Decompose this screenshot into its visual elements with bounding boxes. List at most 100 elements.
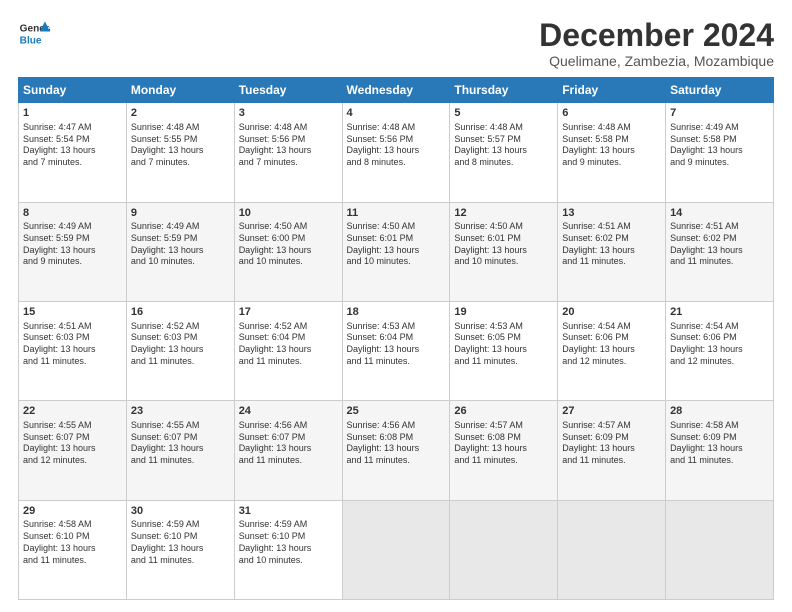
col-wednesday: Wednesday	[342, 78, 450, 103]
table-row: 29 Sunrise: 4:58 AM Sunset: 6:10 PM Dayl…	[19, 500, 127, 599]
table-row: 22 Sunrise: 4:55 AM Sunset: 6:07 PM Dayl…	[19, 401, 127, 500]
col-thursday: Thursday	[450, 78, 558, 103]
calendar-week-row: 15 Sunrise: 4:51 AM Sunset: 6:03 PM Dayl…	[19, 301, 774, 400]
table-row: 10 Sunrise: 4:50 AM Sunset: 6:00 PM Dayl…	[234, 202, 342, 301]
calendar-week-row: 22 Sunrise: 4:55 AM Sunset: 6:07 PM Dayl…	[19, 401, 774, 500]
day-number: 20	[562, 305, 661, 320]
day-number: 28	[670, 404, 769, 419]
day-number: 11	[347, 206, 446, 221]
cell-content: Sunrise: 4:57 AM Sunset: 6:09 PM Dayligh…	[562, 420, 661, 467]
main-title: December 2024	[539, 18, 774, 53]
day-number: 3	[239, 106, 338, 121]
col-saturday: Saturday	[666, 78, 774, 103]
cell-content: Sunrise: 4:55 AM Sunset: 6:07 PM Dayligh…	[131, 420, 230, 467]
subtitle: Quelimane, Zambezia, Mozambique	[539, 53, 774, 69]
cell-content: Sunrise: 4:50 AM Sunset: 6:01 PM Dayligh…	[454, 221, 553, 268]
day-number: 8	[23, 206, 122, 221]
calendar-table: Sunday Monday Tuesday Wednesday Thursday…	[18, 77, 774, 600]
day-number: 13	[562, 206, 661, 221]
table-row: 3 Sunrise: 4:48 AM Sunset: 5:56 PM Dayli…	[234, 103, 342, 202]
table-row: 11 Sunrise: 4:50 AM Sunset: 6:01 PM Dayl…	[342, 202, 450, 301]
cell-content: Sunrise: 4:48 AM Sunset: 5:57 PM Dayligh…	[454, 122, 553, 169]
day-number: 18	[347, 305, 446, 320]
table-row: 8 Sunrise: 4:49 AM Sunset: 5:59 PM Dayli…	[19, 202, 127, 301]
cell-content: Sunrise: 4:48 AM Sunset: 5:55 PM Dayligh…	[131, 122, 230, 169]
day-number: 12	[454, 206, 553, 221]
day-number: 16	[131, 305, 230, 320]
table-row: 4 Sunrise: 4:48 AM Sunset: 5:56 PM Dayli…	[342, 103, 450, 202]
cell-content: Sunrise: 4:49 AM Sunset: 5:59 PM Dayligh…	[23, 221, 122, 268]
page: General Blue December 2024 Quelimane, Za…	[0, 0, 792, 612]
table-row: 31 Sunrise: 4:59 AM Sunset: 6:10 PM Dayl…	[234, 500, 342, 599]
table-row: 1 Sunrise: 4:47 AM Sunset: 5:54 PM Dayli…	[19, 103, 127, 202]
table-row: 14 Sunrise: 4:51 AM Sunset: 6:02 PM Dayl…	[666, 202, 774, 301]
cell-content: Sunrise: 4:59 AM Sunset: 6:10 PM Dayligh…	[239, 519, 338, 566]
cell-content: Sunrise: 4:59 AM Sunset: 6:10 PM Dayligh…	[131, 519, 230, 566]
cell-content: Sunrise: 4:50 AM Sunset: 6:00 PM Dayligh…	[239, 221, 338, 268]
table-row: 19 Sunrise: 4:53 AM Sunset: 6:05 PM Dayl…	[450, 301, 558, 400]
cell-content: Sunrise: 4:48 AM Sunset: 5:56 PM Dayligh…	[239, 122, 338, 169]
table-row: 6 Sunrise: 4:48 AM Sunset: 5:58 PM Dayli…	[558, 103, 666, 202]
table-row	[342, 500, 450, 599]
table-row: 27 Sunrise: 4:57 AM Sunset: 6:09 PM Dayl…	[558, 401, 666, 500]
day-number: 31	[239, 504, 338, 519]
cell-content: Sunrise: 4:57 AM Sunset: 6:08 PM Dayligh…	[454, 420, 553, 467]
table-row	[450, 500, 558, 599]
day-number: 2	[131, 106, 230, 121]
cell-content: Sunrise: 4:48 AM Sunset: 5:58 PM Dayligh…	[562, 122, 661, 169]
table-row: 12 Sunrise: 4:50 AM Sunset: 6:01 PM Dayl…	[450, 202, 558, 301]
day-number: 26	[454, 404, 553, 419]
table-row: 16 Sunrise: 4:52 AM Sunset: 6:03 PM Dayl…	[126, 301, 234, 400]
cell-content: Sunrise: 4:49 AM Sunset: 5:59 PM Dayligh…	[131, 221, 230, 268]
day-number: 1	[23, 106, 122, 121]
calendar-week-row: 8 Sunrise: 4:49 AM Sunset: 5:59 PM Dayli…	[19, 202, 774, 301]
table-row: 15 Sunrise: 4:51 AM Sunset: 6:03 PM Dayl…	[19, 301, 127, 400]
day-number: 21	[670, 305, 769, 320]
calendar-header-row: Sunday Monday Tuesday Wednesday Thursday…	[19, 78, 774, 103]
table-row: 30 Sunrise: 4:59 AM Sunset: 6:10 PM Dayl…	[126, 500, 234, 599]
day-number: 23	[131, 404, 230, 419]
calendar-week-row: 1 Sunrise: 4:47 AM Sunset: 5:54 PM Dayli…	[19, 103, 774, 202]
cell-content: Sunrise: 4:53 AM Sunset: 6:04 PM Dayligh…	[347, 321, 446, 368]
table-row: 28 Sunrise: 4:58 AM Sunset: 6:09 PM Dayl…	[666, 401, 774, 500]
table-row: 25 Sunrise: 4:56 AM Sunset: 6:08 PM Dayl…	[342, 401, 450, 500]
table-row: 5 Sunrise: 4:48 AM Sunset: 5:57 PM Dayli…	[450, 103, 558, 202]
day-number: 15	[23, 305, 122, 320]
cell-content: Sunrise: 4:52 AM Sunset: 6:04 PM Dayligh…	[239, 321, 338, 368]
cell-content: Sunrise: 4:47 AM Sunset: 5:54 PM Dayligh…	[23, 122, 122, 169]
cell-content: Sunrise: 4:56 AM Sunset: 6:07 PM Dayligh…	[239, 420, 338, 467]
table-row: 20 Sunrise: 4:54 AM Sunset: 6:06 PM Dayl…	[558, 301, 666, 400]
cell-content: Sunrise: 4:50 AM Sunset: 6:01 PM Dayligh…	[347, 221, 446, 268]
table-row: 24 Sunrise: 4:56 AM Sunset: 6:07 PM Dayl…	[234, 401, 342, 500]
calendar-week-row: 29 Sunrise: 4:58 AM Sunset: 6:10 PM Dayl…	[19, 500, 774, 599]
col-friday: Friday	[558, 78, 666, 103]
table-row: 7 Sunrise: 4:49 AM Sunset: 5:58 PM Dayli…	[666, 103, 774, 202]
day-number: 14	[670, 206, 769, 221]
day-number: 29	[23, 504, 122, 519]
table-row: 18 Sunrise: 4:53 AM Sunset: 6:04 PM Dayl…	[342, 301, 450, 400]
cell-content: Sunrise: 4:49 AM Sunset: 5:58 PM Dayligh…	[670, 122, 769, 169]
cell-content: Sunrise: 4:58 AM Sunset: 6:09 PM Dayligh…	[670, 420, 769, 467]
svg-text:Blue: Blue	[20, 35, 42, 46]
table-row	[666, 500, 774, 599]
day-number: 17	[239, 305, 338, 320]
col-sunday: Sunday	[19, 78, 127, 103]
cell-content: Sunrise: 4:51 AM Sunset: 6:03 PM Dayligh…	[23, 321, 122, 368]
day-number: 4	[347, 106, 446, 121]
table-row: 13 Sunrise: 4:51 AM Sunset: 6:02 PM Dayl…	[558, 202, 666, 301]
day-number: 7	[670, 106, 769, 121]
table-row: 17 Sunrise: 4:52 AM Sunset: 6:04 PM Dayl…	[234, 301, 342, 400]
cell-content: Sunrise: 4:52 AM Sunset: 6:03 PM Dayligh…	[131, 321, 230, 368]
table-row: 23 Sunrise: 4:55 AM Sunset: 6:07 PM Dayl…	[126, 401, 234, 500]
cell-content: Sunrise: 4:58 AM Sunset: 6:10 PM Dayligh…	[23, 519, 122, 566]
general-blue-logo-icon: General Blue	[18, 18, 50, 50]
cell-content: Sunrise: 4:48 AM Sunset: 5:56 PM Dayligh…	[347, 122, 446, 169]
table-row: 26 Sunrise: 4:57 AM Sunset: 6:08 PM Dayl…	[450, 401, 558, 500]
title-block: December 2024 Quelimane, Zambezia, Mozam…	[539, 18, 774, 69]
col-monday: Monday	[126, 78, 234, 103]
table-row: 9 Sunrise: 4:49 AM Sunset: 5:59 PM Dayli…	[126, 202, 234, 301]
day-number: 6	[562, 106, 661, 121]
day-number: 27	[562, 404, 661, 419]
day-number: 10	[239, 206, 338, 221]
cell-content: Sunrise: 4:55 AM Sunset: 6:07 PM Dayligh…	[23, 420, 122, 467]
